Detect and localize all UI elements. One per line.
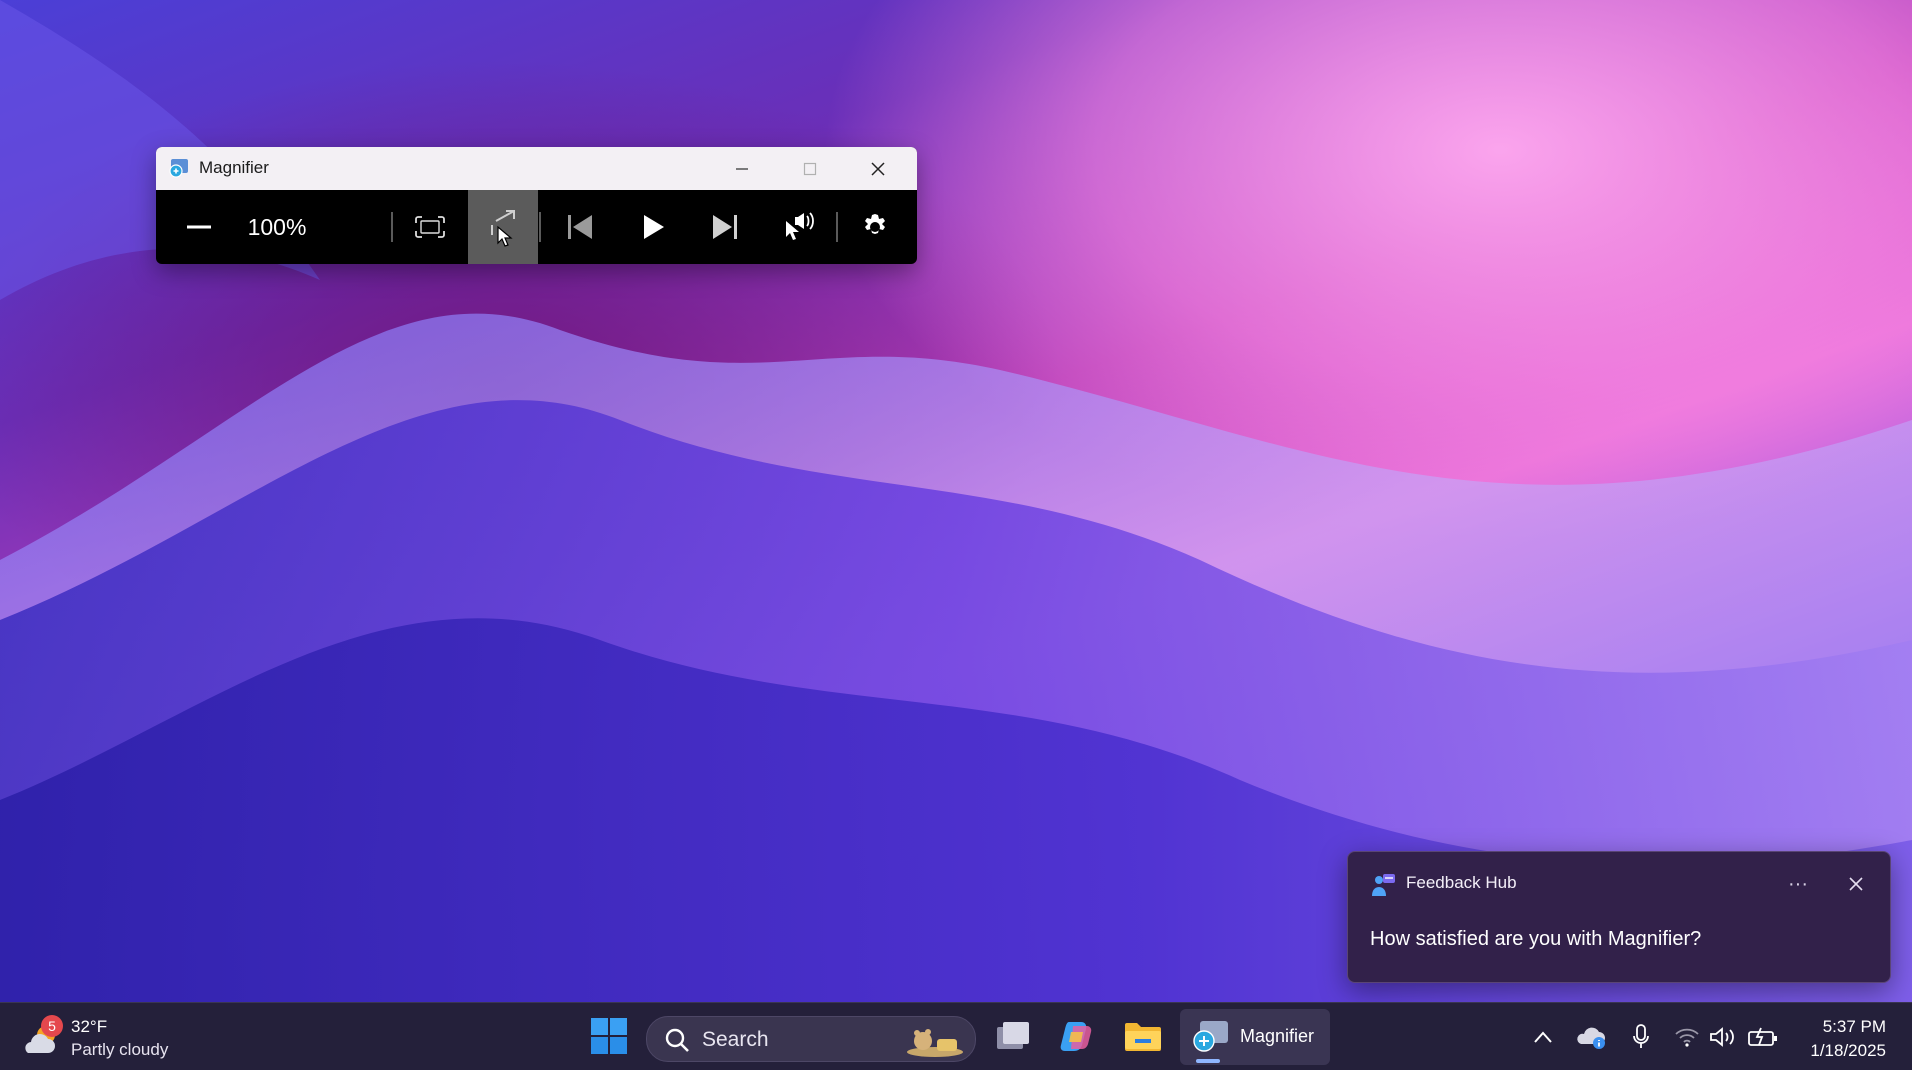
magnifier-app-icon — [1193, 1021, 1228, 1052]
fullscreen-view-icon — [415, 216, 445, 238]
maximize-icon — [803, 162, 817, 175]
taskbar-magnifier-button[interactable]: Magnifier — [1180, 1009, 1330, 1065]
play-icon — [644, 215, 664, 239]
search-label: Search — [702, 1028, 769, 1051]
chevron-up-icon — [1534, 1030, 1552, 1043]
weather-condition: Partly cloudy — [71, 1040, 169, 1059]
notification-more-button[interactable]: ··· — [1778, 866, 1818, 902]
docked-view-icon — [491, 210, 515, 247]
read-from-here-button[interactable] — [770, 190, 826, 264]
weather-badge: 5 — [41, 1015, 63, 1037]
task-view-button[interactable] — [988, 1009, 1038, 1063]
notification-toast[interactable]: Feedback Hub ··· How satisfied are you w… — [1347, 851, 1891, 983]
toolbar-separator — [836, 212, 838, 242]
clock-date: 1/18/2025 — [1810, 1041, 1886, 1060]
minimize-icon — [736, 167, 748, 170]
show-hidden-icons-button[interactable] — [1528, 1003, 1558, 1070]
zoom-out-button[interactable] — [172, 190, 226, 264]
clock-time: 5:37 PM — [1822, 1017, 1886, 1036]
settings-icon — [865, 214, 885, 234]
toolbar-separator — [539, 212, 541, 242]
previous-paragraph-icon — [568, 215, 592, 239]
copilot-icon — [1060, 1022, 1092, 1051]
search-highlight-icon — [907, 1029, 963, 1057]
task-view-icon — [997, 1022, 1029, 1049]
start-button[interactable] — [584, 1009, 634, 1063]
wifi-tray-button[interactable] — [1672, 1003, 1702, 1070]
zoom-level: 100% — [234, 190, 320, 264]
volume-tray-button[interactable] — [1708, 1003, 1738, 1070]
docked-view-button[interactable] — [468, 190, 538, 264]
taskbar-clock[interactable]: 5:37 PM 1/18/2025 — [1810, 1015, 1886, 1063]
weather-temperature: 32°F — [71, 1017, 108, 1036]
microphone-tray-button[interactable] — [1626, 1003, 1656, 1070]
search-icon — [665, 1028, 689, 1052]
notification-message: How satisfied are you with Magnifier? — [1370, 928, 1702, 950]
notification-app-name: Feedback Hub — [1406, 873, 1517, 892]
fullscreen-view-button[interactable] — [402, 190, 458, 264]
battery-charging-icon — [1748, 1027, 1777, 1046]
close-icon — [871, 161, 885, 176]
taskbar-search-box[interactable]: Search — [646, 1016, 976, 1062]
settings-button[interactable] — [847, 190, 903, 264]
zoom-level-value: 100% — [247, 213, 307, 240]
next-paragraph-icon — [713, 215, 737, 239]
close-button[interactable] — [844, 147, 912, 190]
magnifier-toolbar: 100% — [156, 190, 917, 264]
toolbar-separator — [391, 212, 393, 242]
onedrive-tray-button[interactable] — [1574, 1003, 1608, 1070]
battery-tray-button[interactable] — [1746, 1003, 1780, 1070]
minimize-button[interactable] — [708, 147, 776, 190]
taskbar: 5 32°F Partly cloudy Search Magnifier 5:… — [0, 1002, 1912, 1070]
next-paragraph-button[interactable] — [697, 190, 753, 264]
magnifier-title-bar[interactable]: Magnifier — [156, 147, 917, 190]
magnifier-app-icon — [169, 159, 188, 178]
zoom-out-icon — [187, 225, 211, 229]
file-explorer-button[interactable] — [1118, 1009, 1168, 1063]
play-button[interactable] — [625, 190, 681, 264]
weather-widget[interactable]: 5 32°F Partly cloudy — [22, 1015, 182, 1061]
close-icon — [1849, 877, 1863, 891]
magnifier-window: Magnifier 100% — [156, 147, 917, 264]
maximize-button[interactable] — [776, 147, 844, 190]
folder-icon — [1125, 1023, 1161, 1051]
window-title: Magnifier — [199, 158, 269, 177]
read-from-here-icon — [786, 212, 814, 240]
feedback-hub-icon — [1372, 874, 1395, 896]
running-indicator — [1196, 1059, 1220, 1063]
volume-icon — [1710, 1026, 1734, 1047]
taskbar-magnifier-label: Magnifier — [1240, 1026, 1315, 1046]
copilot-button[interactable] — [1052, 1009, 1102, 1063]
previous-paragraph-button[interactable] — [552, 190, 608, 264]
windows-logo-icon — [591, 1018, 627, 1054]
notification-close-button[interactable] — [1836, 866, 1876, 902]
onedrive-icon — [1577, 1027, 1605, 1049]
microphone-icon — [1633, 1023, 1649, 1048]
wifi-icon — [1675, 1028, 1699, 1047]
